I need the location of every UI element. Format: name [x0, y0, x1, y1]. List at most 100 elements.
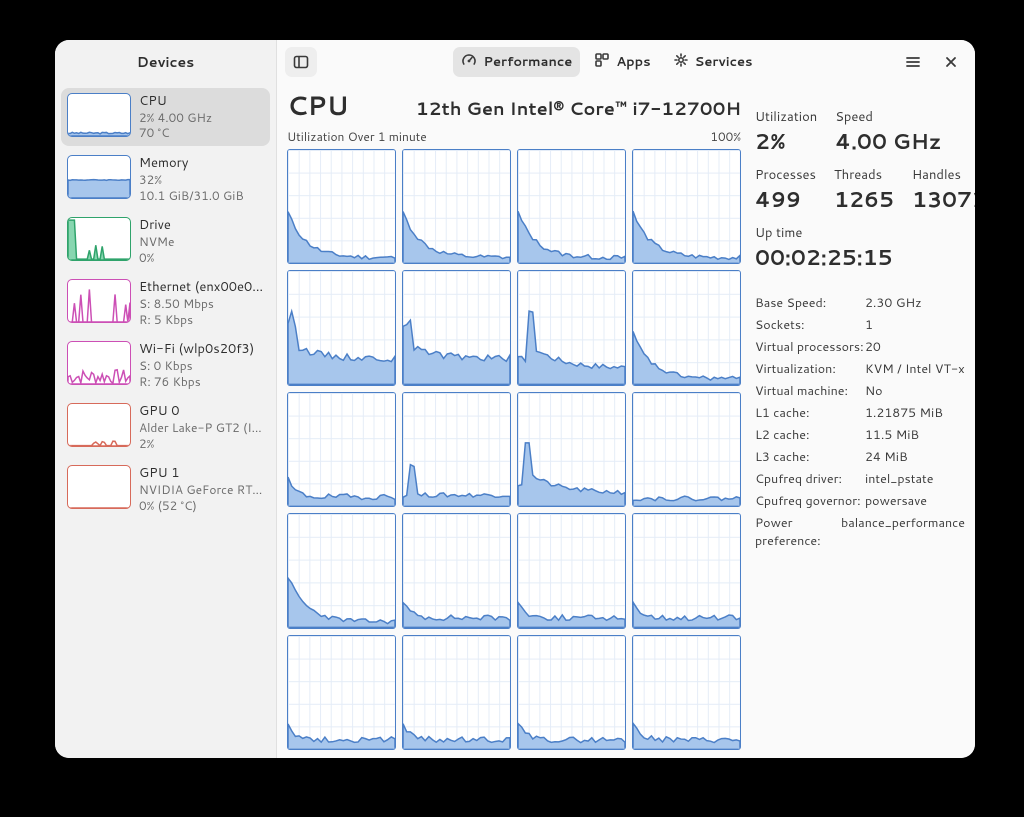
- sidebar-item-memory[interactable]: Memory 32% 10.1 GiB/31.0 GiB: [61, 150, 270, 208]
- device-sub2: 10.1 GiB/31.0 GiB: [139, 188, 244, 204]
- toolbar: Performance Apps Services: [277, 40, 975, 84]
- core-chart: [287, 149, 396, 264]
- device-sub2: R: 5 Kbps: [139, 312, 264, 328]
- apps-icon: [594, 52, 610, 73]
- device-sub2: R: 76 Kbps: [139, 374, 254, 390]
- core-chart: [632, 149, 741, 264]
- core-chart: [517, 270, 626, 385]
- sidebar-item-ethernet-enx00e04[interactable]: Ethernet (enx00e04... S: 8.50 Mbps R: 5 …: [61, 274, 270, 332]
- stat-label: Speed: [835, 108, 941, 126]
- stat-label: Processes: [755, 166, 816, 184]
- device-sub1: 2% 4.00 GHz: [139, 110, 212, 126]
- device-sparkline: [67, 217, 131, 261]
- sidebar-item-drive[interactable]: Drive NVMe 0%: [61, 212, 270, 270]
- core-chart: [287, 270, 396, 385]
- core-chart: [287, 392, 396, 507]
- app-window: Devices CPU 2% 4.00 GHz 70 °C Memory 32%…: [55, 40, 975, 758]
- core-chart: [287, 513, 396, 628]
- sidebar-item-gpu-0[interactable]: GPU 0 Alder Lake-P GT2 (Iris X... 2%: [61, 398, 270, 456]
- detail-table: Base Speed:2.30 GHzSockets:1Virtual proc…: [755, 292, 965, 552]
- tab-apps[interactable]: Apps: [586, 47, 658, 77]
- speed-value: 4.00 GHz: [835, 126, 941, 156]
- tab-services[interactable]: Services: [665, 47, 761, 77]
- device-sparkline: [67, 279, 131, 323]
- detail-row: L1 cache:1.21875 MiB: [755, 402, 965, 424]
- uptime-value: 00:02:25:15: [755, 242, 965, 272]
- device-sub2: 0%: [139, 250, 174, 266]
- tab-performance[interactable]: Performance: [453, 47, 580, 77]
- detail-value: balance_performance: [841, 514, 965, 550]
- tab-label: Apps: [616, 53, 650, 71]
- detail-row: Virtual machine:No: [755, 380, 965, 402]
- core-chart: [517, 513, 626, 628]
- detail-row: Virtual processors:20: [755, 336, 965, 358]
- content: CPU 12th Gen Intel® Core™ i7-12700H Util…: [277, 84, 975, 758]
- detail-value: 11.5 MiB: [865, 426, 965, 444]
- device-sub2: 0% (52 °C): [139, 498, 264, 514]
- detail-key: Cpufreq governor:: [755, 492, 865, 510]
- device-name: CPU: [139, 93, 212, 110]
- core-chart: [402, 392, 511, 507]
- device-sparkline: [67, 341, 131, 385]
- processes-value: 499: [755, 184, 816, 214]
- device-name: Drive: [139, 217, 174, 234]
- detail-key: Virtual processors:: [755, 338, 865, 356]
- detail-key: L3 cache:: [755, 448, 865, 466]
- sidebar-item-gpu-1[interactable]: GPU 1 NVIDIA GeForce RTX 3... 0% (52 °C): [61, 460, 270, 518]
- sidebar-item-wi-fi-wlp0s20f3[interactable]: Wi-Fi (wlp0s20f3) S: 0 Kbps R: 76 Kbps: [61, 336, 270, 394]
- chart-subtitle: Utilization Over 1 minute: [287, 128, 427, 145]
- core-chart-grid: [287, 149, 741, 750]
- device-sparkline: [67, 93, 131, 137]
- y-axis-max: 100%: [710, 128, 741, 145]
- detail-key: Base Speed:: [755, 294, 865, 312]
- close-button[interactable]: [935, 47, 967, 77]
- detail-row: L3 cache:24 MiB: [755, 446, 965, 468]
- view-switcher: Performance Apps Services: [323, 47, 891, 77]
- cpu-model: 12th Gen Intel® Core™ i7-12700H: [416, 95, 741, 121]
- device-sparkline: [67, 465, 131, 509]
- sidebar-list: CPU 2% 4.00 GHz 70 °C Memory 32% 10.1 Gi…: [55, 84, 276, 523]
- services-icon: [673, 52, 689, 73]
- sidebar-title: Devices: [55, 40, 276, 84]
- page-title: CPU: [287, 88, 349, 124]
- detail-row: Sockets:1: [755, 314, 965, 336]
- core-chart: [632, 392, 741, 507]
- core-chart: [632, 635, 741, 750]
- device-name: Wi-Fi (wlp0s20f3): [139, 341, 254, 358]
- toggle-sidebar-button[interactable]: [285, 47, 317, 77]
- detail-value: intel_pstate: [865, 470, 965, 488]
- detail-row: Power preference:balance_performance: [755, 512, 965, 552]
- tab-label: Services: [695, 53, 753, 71]
- core-chart: [517, 392, 626, 507]
- detail-row: Cpufreq driver:intel_pstate: [755, 468, 965, 490]
- detail-value: 2.30 GHz: [865, 294, 965, 312]
- device-sub1: NVIDIA GeForce RTX 3...: [139, 482, 264, 498]
- sidebar-item-cpu[interactable]: CPU 2% 4.00 GHz 70 °C: [61, 88, 270, 146]
- stat-label: Handles: [912, 166, 975, 184]
- sidebar: Devices CPU 2% 4.00 GHz 70 °C Memory 32%…: [55, 40, 277, 758]
- detail-row: Base Speed:2.30 GHz: [755, 292, 965, 314]
- handles-value: 13072: [912, 184, 975, 214]
- detail-key: L2 cache:: [755, 426, 865, 444]
- panel-left-icon: [293, 54, 309, 70]
- stat-label: Up time: [755, 224, 965, 242]
- device-sparkline: [67, 403, 131, 447]
- device-sub2: 2%: [139, 436, 264, 452]
- menu-button[interactable]: [897, 47, 929, 77]
- main-pane: Performance Apps Services CPU 12th Gen Int…: [277, 40, 975, 758]
- detail-key: Virtual machine:: [755, 382, 865, 400]
- tab-label: Performance: [483, 53, 572, 71]
- detail-key: L1 cache:: [755, 404, 865, 422]
- device-name: GPU 1: [139, 465, 264, 482]
- detail-row: L2 cache:11.5 MiB: [755, 424, 965, 446]
- core-chart: [632, 513, 741, 628]
- device-sub1: S: 8.50 Mbps: [139, 296, 264, 312]
- core-chart: [402, 270, 511, 385]
- detail-value: 20: [865, 338, 965, 356]
- stat-label: Utilization: [755, 108, 817, 126]
- detail-value: 24 MiB: [865, 448, 965, 466]
- detail-row: Virtualization:KVM / Intel VT-x: [755, 358, 965, 380]
- core-chart: [402, 149, 511, 264]
- device-sub1: 32%: [139, 172, 244, 188]
- core-chart: [517, 635, 626, 750]
